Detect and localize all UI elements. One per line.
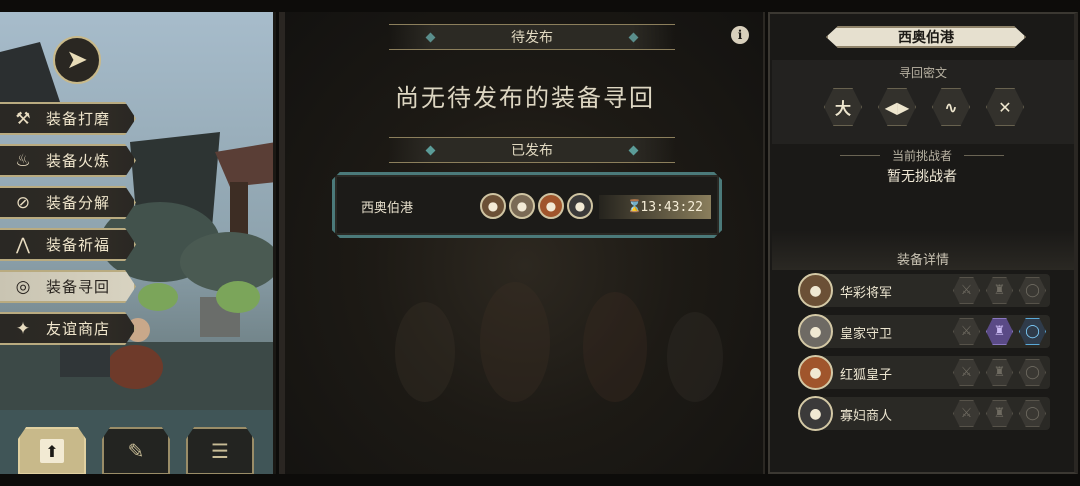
side-menu: ⚒ 装备打磨 ♨ 装备火炼 ⊘ 装备分解 ⋀ 装备祈福 ◎ 装备寻回 ✦ 友谊商… — [0, 102, 140, 354]
challenger-avatar: ● — [509, 193, 535, 219]
menu-item-friendship-shop[interactable]: ✦ 友谊商店 — [0, 312, 136, 345]
menu-item-label: 装备寻回 — [46, 278, 111, 296]
fox-shop-icon: ✦ — [15, 318, 31, 339]
equipment-slots: ⚔ ♜ ◯ — [953, 400, 1046, 427]
menu-item-forge[interactable]: ♨ 装备火炼 — [0, 144, 136, 177]
bless-icon: ⋀ — [16, 234, 30, 255]
menu-item-bless[interactable]: ⋀ 装备祈福 — [0, 228, 136, 261]
tab-list[interactable]: ☰ — [186, 427, 254, 474]
equipment-row[interactable]: ● 皇家守卫 ⚔ ♜ ◯ — [798, 314, 1050, 349]
published-card[interactable]: 西奥伯港 ● ● ● ● ⌛ 13:43:22 — [332, 172, 722, 238]
back-arrow-icon: ➤ — [66, 45, 88, 75]
ring-slot-icon[interactable]: ◯ — [1019, 359, 1046, 386]
character-name: 皇家守卫 — [840, 327, 893, 342]
character-avatar: ● — [798, 396, 833, 431]
diamond-icon — [425, 145, 436, 156]
diamond-icon — [628, 32, 639, 43]
info-icon[interactable]: i — [731, 26, 749, 44]
menu-item-retrieve[interactable]: ◎ 装备寻回 — [0, 270, 136, 303]
published-title: 已发布 — [511, 143, 553, 159]
weapon-slot-icon[interactable]: ⚔ — [953, 318, 980, 345]
armor-slot-icon[interactable]: ♜ — [986, 359, 1013, 386]
disassemble-icon: ⊘ — [15, 192, 31, 213]
character-name: 寡妇商人 — [840, 409, 893, 424]
hammer-icon: ⚒ — [15, 108, 31, 129]
cipher-glyph-icon: ✕ — [986, 88, 1024, 126]
pending-header: 待发布 — [389, 24, 675, 50]
cipher-section: 寻回密文 大 ◀▶ ∿ ✕ — [772, 60, 1074, 144]
character-name: 红狐皇子 — [840, 368, 893, 383]
ring-slot-icon[interactable]: ◯ — [1019, 400, 1046, 427]
pending-title: 待发布 — [511, 30, 553, 46]
challenger-avatar: ● — [480, 193, 506, 219]
menu-item-label: 装备分解 — [46, 194, 111, 212]
weapon-slot-icon[interactable]: ⚔ — [953, 359, 980, 386]
published-header: 已发布 — [389, 137, 675, 163]
background-crowd — [395, 282, 723, 402]
equipment-list: ● 华彩将军 ⚔ ♜ ◯ ● 皇家守卫 ⚔ ♜ ◯ ● 红狐皇子 ⚔ ♜ ◯ ●… — [798, 273, 1050, 438]
character-name: 华彩将军 — [840, 286, 893, 301]
equipment-slots: ⚔ ♜ ◯ — [953, 318, 1046, 345]
retrieve-board: i 待发布 尚无待发布的装备寻回 已发布 西奥伯港 ● ● ● ● ⌛ 13:4… — [279, 12, 765, 474]
equipment-row[interactable]: ● 华彩将军 ⚔ ♜ ◯ — [798, 273, 1050, 308]
equipment-title: 装备详情 — [896, 253, 949, 268]
menu-item-polish[interactable]: ⚒ 装备打磨 — [0, 102, 136, 135]
character-avatar: ● — [798, 355, 833, 390]
tab-quill[interactable]: ✎ — [102, 427, 170, 474]
menu-item-label: 装备火炼 — [46, 152, 111, 170]
cipher-glyph-icon: 大 — [824, 88, 862, 126]
ring-slot-icon[interactable]: ◯ — [1019, 277, 1046, 304]
challenger-avatar: ● — [567, 193, 593, 219]
retrieve-icon: ◎ — [15, 276, 31, 297]
armor-slot-icon[interactable]: ♜ — [986, 400, 1013, 427]
menu-item-label: 友谊商店 — [46, 320, 111, 338]
equipment-header: 装备详情 — [772, 230, 1074, 270]
upload-icon: ⬆ — [40, 439, 64, 463]
challenger-avatars: ● ● ● ● — [480, 193, 593, 219]
feather-icon: ✎ — [127, 439, 145, 463]
hourglass-icon: ⌛ — [627, 199, 642, 213]
detail-panel: 西奥伯港 寻回密文 大 ◀▶ ∿ ✕ 当前挑战者 暂无挑战者 装备详情 ● 华彩… — [768, 12, 1078, 474]
equipment-slots: ⚔ ♜ ◯ — [953, 277, 1046, 304]
armor-slot-icon[interactable]: ♜ — [986, 277, 1013, 304]
character-avatar: ● — [798, 273, 833, 308]
armor-slot-icon[interactable]: ♜ — [986, 318, 1013, 345]
ring-slot-icon[interactable]: ◯ — [1019, 318, 1046, 345]
current-challenger-label: 当前挑战者 — [770, 147, 1074, 164]
location-title: 西奥伯港 — [898, 30, 954, 46]
card-location: 西奥伯港 — [361, 201, 414, 216]
cipher-glyph-icon: ◀▶ — [878, 88, 916, 126]
weapon-slot-icon[interactable]: ⚔ — [953, 400, 980, 427]
equipment-row[interactable]: ● 寡妇商人 ⚔ ♜ ◯ — [798, 396, 1050, 431]
countdown-timer: ⌛ 13:43:22 — [599, 195, 711, 219]
menu-item-label: 装备打磨 — [46, 110, 111, 128]
weapon-slot-icon[interactable]: ⚔ — [953, 277, 980, 304]
equipment-row[interactable]: ● 红狐皇子 ⚔ ♜ ◯ — [798, 355, 1050, 390]
flame-icon: ♨ — [15, 150, 31, 171]
tab-publish[interactable]: ⬆ — [18, 427, 86, 474]
location-banner: 西奥伯港 — [826, 26, 1026, 48]
bottom-tabs: ⬆ ✎ ☰ — [18, 427, 254, 474]
diamond-icon — [628, 145, 639, 156]
diamond-icon — [425, 32, 436, 43]
challenger-avatar: ● — [538, 193, 564, 219]
cipher-glyph-icon: ∿ — [932, 88, 970, 126]
back-button[interactable]: ➤ — [53, 36, 101, 84]
current-challenger-value: 暂无挑战者 — [887, 169, 957, 185]
cipher-row: 大 ◀▶ ∿ ✕ — [824, 88, 1024, 126]
list-icon: ☰ — [211, 439, 229, 463]
character-avatar: ● — [798, 314, 833, 349]
equipment-slots: ⚔ ♜ ◯ — [953, 359, 1046, 386]
pending-empty-text: 尚无待发布的装备寻回 — [395, 84, 655, 112]
scene-panel: ➤ ⚒ 装备打磨 ♨ 装备火炼 ⊘ 装备分解 ⋀ 装备祈福 ◎ 装备寻回 ✦ 友… — [0, 12, 276, 474]
menu-item-disassemble[interactable]: ⊘ 装备分解 — [0, 186, 136, 219]
menu-item-label: 装备祈福 — [46, 236, 111, 254]
cipher-title: 寻回密文 — [898, 66, 947, 80]
timer-value: 13:43:22 — [640, 199, 703, 215]
